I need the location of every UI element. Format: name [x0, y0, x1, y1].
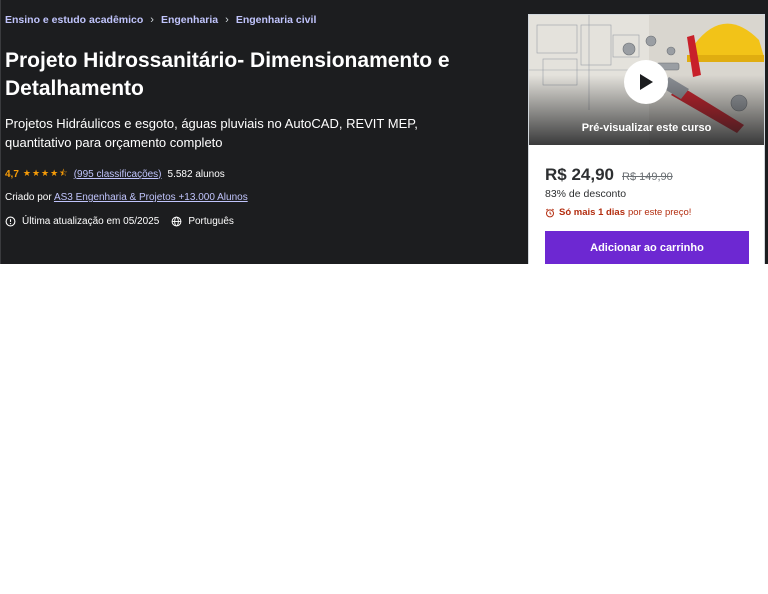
urgency-strong: Só mais 1 dias	[559, 207, 626, 218]
play-button[interactable]	[624, 60, 668, 104]
globe-icon	[171, 216, 182, 227]
instructor-link[interactable]: AS3 Engenharia & Projetos +13.000 Alunos	[54, 192, 248, 203]
current-price: R$ 24,90	[545, 165, 614, 184]
price-row: R$ 24,90 R$ 149,90	[545, 165, 673, 185]
last-updated: Última atualização em 05/2025	[22, 216, 160, 227]
students-count: 5.582 alunos	[167, 168, 225, 180]
chevron-right-icon: ›	[225, 14, 229, 26]
breadcrumb-link-engenharia-civil[interactable]: Engenharia civil	[236, 14, 317, 26]
alert-clock-icon	[5, 216, 16, 227]
rating-row: 4,7 ★★★★⯪ (995 classificações) 5.582 alu…	[5, 166, 225, 182]
meta-row: Última atualização em 05/2025 Português	[5, 216, 234, 227]
breadcrumb-link-ensino[interactable]: Ensino e estudo acadêmico	[5, 14, 143, 26]
course-title: Projeto Hidrossanitário- Dimensionamento…	[5, 49, 450, 100]
breadcrumb: Ensino e estudo acadêmico › Engenharia ›…	[5, 14, 316, 26]
urgency-notice: Só mais 1 dias por este preço!	[545, 207, 691, 218]
rating-value: 4,7	[5, 168, 19, 180]
urgency-rest: por este preço!	[628, 207, 692, 218]
breadcrumb-link-engenharia[interactable]: Engenharia	[161, 14, 218, 26]
course-subtitle: Projetos Hidráulicos e esgoto, águas plu…	[5, 116, 418, 150]
chevron-right-icon: ›	[150, 14, 154, 26]
discount-label: 83% de desconto	[545, 188, 627, 200]
original-price: R$ 149,90	[622, 171, 673, 183]
purchase-card: Pré-visualizar este curso R$ 24,90 R$ 14…	[528, 14, 765, 264]
creator-row: Criado por AS3 Engenharia & Projetos +13…	[5, 192, 248, 203]
rating-stars-icon: ★★★★⯪	[22, 168, 69, 178]
course-preview-video[interactable]: Pré-visualizar este curso	[529, 15, 764, 145]
play-icon	[640, 74, 653, 90]
course-language: Português	[188, 216, 234, 227]
ratings-count-link[interactable]: (995 classificações)	[74, 169, 162, 180]
preview-label: Pré-visualizar este curso	[581, 122, 712, 134]
add-to-cart-button[interactable]: Adicionar ao carrinho	[545, 231, 749, 264]
created-by-label: Criado por	[5, 192, 52, 203]
alarm-clock-icon	[545, 208, 555, 217]
